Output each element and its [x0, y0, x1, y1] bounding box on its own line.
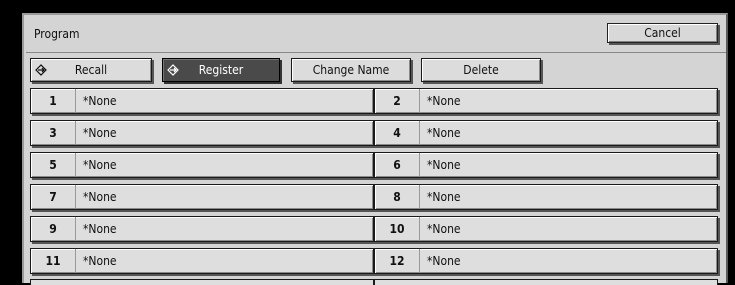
register-label: Register	[198, 63, 244, 77]
program-row[interactable]: 11 *None	[30, 248, 374, 274]
program-row[interactable]: 6 *None	[374, 152, 718, 178]
program-name: *None	[83, 158, 117, 172]
program-name: *None	[427, 222, 461, 236]
program-number: 7	[31, 185, 76, 209]
program-number: 8	[375, 185, 420, 209]
program-name: *None	[83, 190, 117, 204]
program-number: 2	[375, 89, 420, 113]
program-name: *None	[427, 254, 461, 268]
program-row[interactable]: 8 *None	[374, 184, 718, 210]
program-name: *None	[83, 94, 117, 108]
program-number: 1	[31, 89, 76, 113]
program-row[interactable]: 1 *None	[30, 88, 374, 114]
program-row[interactable]: 10 *None	[374, 216, 718, 242]
program-row-partial[interactable]	[374, 279, 718, 285]
program-number: 3	[31, 121, 76, 145]
program-row[interactable]: 3 *None	[30, 120, 374, 146]
program-number: 12	[375, 249, 420, 273]
screen: Program Cancel Recall Register Change Na…	[0, 0, 735, 285]
enter-arrow-icon	[35, 64, 47, 76]
register-button[interactable]: Register	[162, 58, 280, 82]
program-name: *None	[427, 190, 461, 204]
program-panel: Program Cancel Recall Register Change Na…	[22, 13, 728, 285]
program-row[interactable]: 12 *None	[374, 248, 718, 274]
delete-button[interactable]: Delete	[421, 58, 541, 82]
program-number: 6	[375, 153, 420, 177]
change-name-button[interactable]: Change Name	[291, 58, 411, 82]
recall-label: Recall	[74, 63, 108, 77]
program-name: *None	[83, 126, 117, 140]
cancel-button[interactable]: Cancel	[607, 23, 718, 43]
program-number: 4	[375, 121, 420, 145]
program-row[interactable]: 2 *None	[374, 88, 718, 114]
recall-button[interactable]: Recall	[30, 58, 152, 82]
program-number: 9	[31, 217, 76, 241]
program-name: *None	[427, 94, 461, 108]
program-number: 10	[375, 217, 420, 241]
page-title: Program	[34, 27, 80, 41]
divider	[26, 52, 726, 53]
program-name: *None	[427, 158, 461, 172]
program-number: 11	[31, 249, 76, 273]
program-name: *None	[83, 222, 117, 236]
program-name: *None	[427, 126, 461, 140]
program-row[interactable]: 4 *None	[374, 120, 718, 146]
program-row[interactable]: 7 *None	[30, 184, 374, 210]
enter-arrow-icon	[167, 64, 179, 76]
program-number: 5	[31, 153, 76, 177]
program-row[interactable]: 9 *None	[30, 216, 374, 242]
program-name: *None	[83, 254, 117, 268]
program-row[interactable]: 5 *None	[30, 152, 374, 178]
program-row-partial[interactable]	[30, 279, 374, 285]
